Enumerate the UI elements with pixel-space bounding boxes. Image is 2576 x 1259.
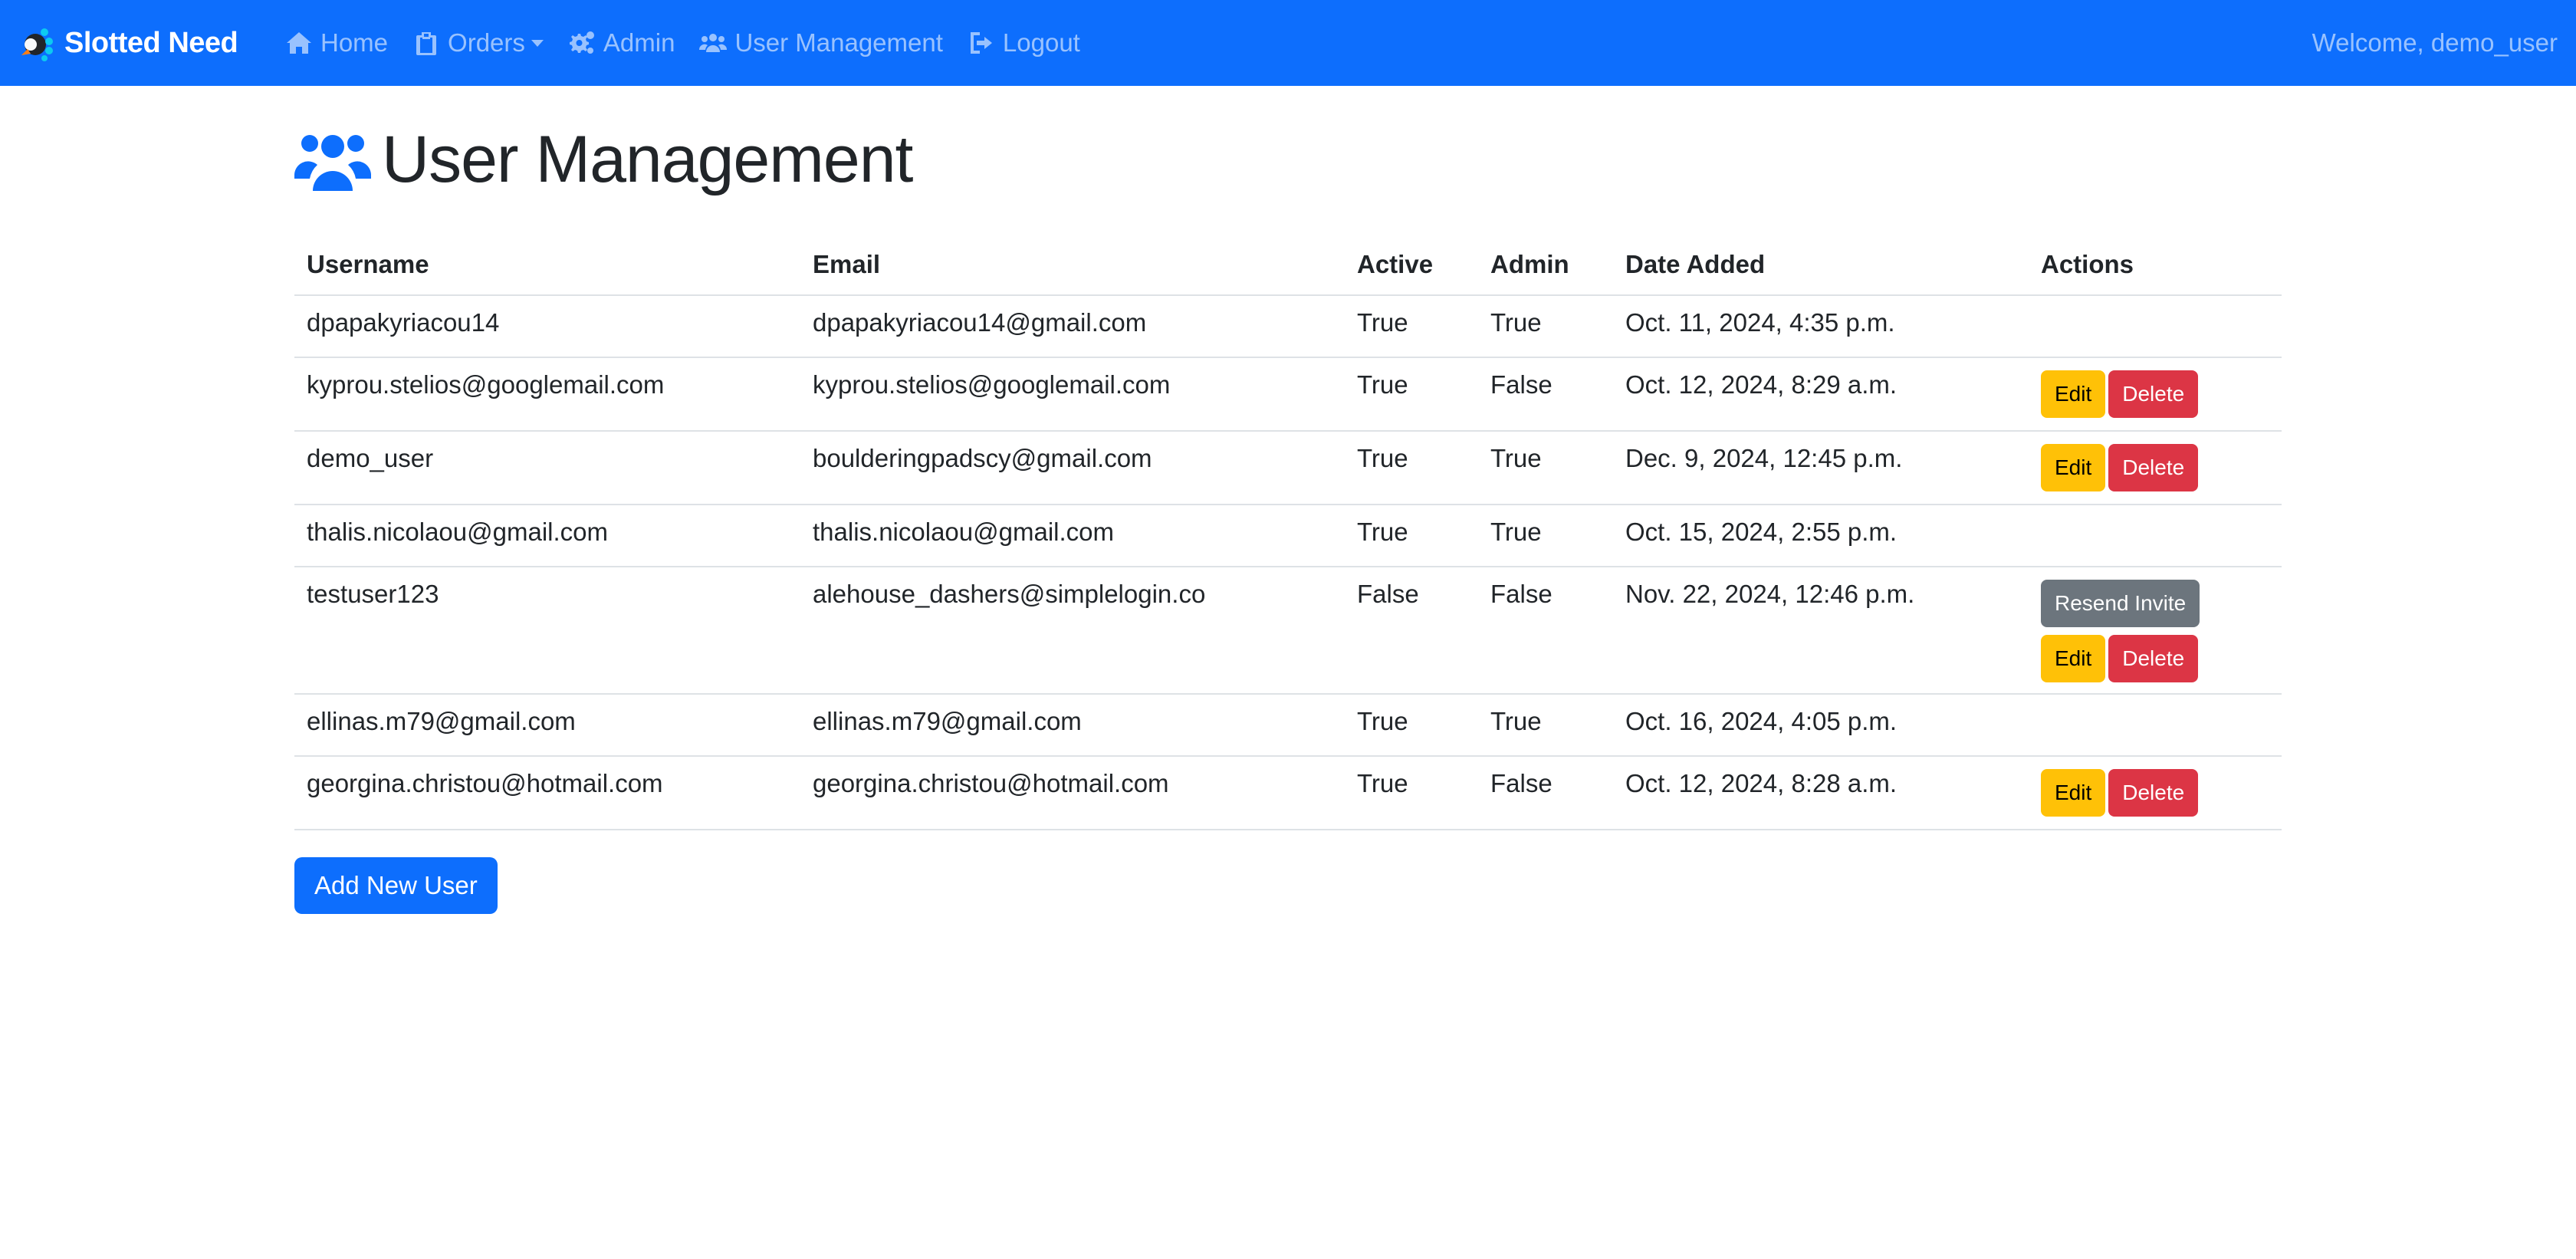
cell-admin: True	[1478, 431, 1613, 505]
cell-date-added: Oct. 11, 2024, 4:35 p.m.	[1613, 295, 2029, 358]
cell-email: georgina.christou@hotmail.com	[800, 756, 1345, 830]
column-header-active: Active	[1345, 235, 1478, 296]
table-row: ellinas.m79@gmail.com ellinas.m79@gmail.…	[294, 694, 2282, 757]
edit-button[interactable]: Edit	[2041, 370, 2106, 418]
nav-item-label: Logout	[1002, 28, 1080, 57]
cell-actions: Edit Delete	[2029, 357, 2282, 432]
users-table: Username Email Active Admin Date Added A…	[294, 235, 2282, 830]
top-navbar: Slotted Need Home Orders Admin User Mana…	[0, 0, 2576, 86]
table-row: georgina.christou@hotmail.com georgina.c…	[294, 756, 2282, 830]
page-title: User Management	[294, 121, 913, 198]
cell-username: dpapakyriacou14	[294, 295, 800, 358]
cell-date-added: Oct. 12, 2024, 8:29 a.m.	[1613, 357, 2029, 432]
cell-admin: False	[1478, 756, 1613, 830]
nav-item-label: User Management	[734, 28, 943, 57]
logout-icon	[970, 32, 992, 54]
column-header-email: Email	[800, 235, 1345, 296]
add-new-user-button[interactable]: Add New User	[294, 857, 498, 914]
delete-button[interactable]: Delete	[2108, 769, 2199, 817]
cell-admin: True	[1478, 295, 1613, 358]
edit-button[interactable]: Edit	[2041, 769, 2106, 817]
cell-admin: True	[1478, 694, 1613, 757]
nav-item-user-management[interactable]: User Management	[699, 28, 943, 58]
cell-actions	[2029, 694, 2282, 757]
delete-button[interactable]: Delete	[2108, 444, 2199, 491]
cell-date-added: Oct. 16, 2024, 4:05 p.m.	[1613, 694, 2029, 757]
column-header-username: Username	[294, 235, 800, 296]
cell-email: boulderingpadscy@gmail.com	[800, 431, 1345, 505]
cell-username: demo_user	[294, 431, 800, 505]
cell-admin: False	[1478, 567, 1613, 695]
cell-email: alehouse_dashers@simplelogin.co	[800, 567, 1345, 695]
nav-item-logout[interactable]: Logout	[968, 28, 1080, 58]
cell-actions	[2029, 505, 2282, 567]
edit-button[interactable]: Edit	[2041, 444, 2106, 491]
table-row: dpapakyriacou14 dpapakyriacou14@gmail.co…	[294, 295, 2282, 358]
cell-actions: Edit Delete	[2029, 756, 2282, 830]
cell-email: dpapakyriacou14@gmail.com	[800, 295, 1345, 358]
cell-username: ellinas.m79@gmail.com	[294, 694, 800, 757]
column-header-date-added: Date Added	[1613, 235, 2029, 296]
brand-logo-icon	[21, 28, 53, 61]
cell-actions: Resend Invite Edit Delete	[2029, 567, 2282, 695]
column-header-admin: Admin	[1478, 235, 1613, 296]
gears-icon	[569, 31, 594, 54]
cell-active: True	[1345, 505, 1478, 567]
cell-username: kyprou.stelios@googlemail.com	[294, 357, 800, 432]
table-row: testuser123 alehouse_dashers@simplelogin…	[294, 567, 2282, 695]
cell-admin: False	[1478, 357, 1613, 432]
cell-email: ellinas.m79@gmail.com	[800, 694, 1345, 757]
nav-item-admin[interactable]: Admin	[568, 28, 675, 58]
cell-date-added: Oct. 15, 2024, 2:55 p.m.	[1613, 505, 2029, 567]
clipboard-icon	[416, 32, 437, 55]
cell-email: kyprou.stelios@googlemail.com	[800, 357, 1345, 432]
page-title-text: User Management	[382, 122, 913, 196]
cell-username: thalis.nicolaou@gmail.com	[294, 505, 800, 567]
cell-actions	[2029, 295, 2282, 358]
nav-menu: Home Orders Admin User Management Logout	[285, 0, 1105, 86]
delete-button[interactable]: Delete	[2108, 635, 2199, 682]
edit-delete-row: Edit Delete	[2041, 635, 2269, 682]
cell-date-added: Oct. 12, 2024, 8:28 a.m.	[1613, 756, 2029, 830]
cell-date-added: Dec. 9, 2024, 12:45 p.m.	[1613, 431, 2029, 505]
nav-item-label: Orders	[448, 28, 525, 57]
edit-button[interactable]: Edit	[2041, 635, 2106, 682]
nav-item-orders[interactable]: Orders	[412, 28, 544, 58]
cell-active: True	[1345, 357, 1478, 432]
table-row: thalis.nicolaou@gmail.com thalis.nicolao…	[294, 505, 2282, 567]
cell-active: True	[1345, 295, 1478, 358]
cell-active: True	[1345, 756, 1478, 830]
brand-name: Slotted Need	[64, 26, 238, 59]
nav-item-label: Admin	[603, 28, 675, 57]
nav-item-home[interactable]: Home	[285, 28, 388, 58]
resend-invite-button[interactable]: Resend Invite	[2041, 580, 2200, 627]
cell-active: True	[1345, 694, 1478, 757]
table-row: demo_user boulderingpadscy@gmail.com Tru…	[294, 431, 2282, 505]
cell-date-added: Nov. 22, 2024, 12:46 p.m.	[1613, 567, 2029, 695]
chevron-down-icon	[531, 39, 544, 47]
cell-username: testuser123	[294, 567, 800, 695]
home-icon	[287, 32, 311, 54]
users-icon	[294, 135, 371, 191]
resend-row: Resend Invite	[2041, 580, 2269, 627]
delete-button[interactable]: Delete	[2108, 370, 2199, 418]
welcome-text: Welcome, demo_user	[2312, 28, 2558, 57]
column-header-actions: Actions	[2029, 235, 2282, 296]
users-icon	[699, 34, 728, 52]
table-row: kyprou.stelios@googlemail.com kyprou.ste…	[294, 357, 2282, 432]
cell-active: True	[1345, 431, 1478, 505]
cell-username: georgina.christou@hotmail.com	[294, 756, 800, 830]
cell-actions: Edit Delete	[2029, 431, 2282, 505]
nav-item-label: Home	[320, 28, 389, 57]
table-header-row: Username Email Active Admin Date Added A…	[294, 235, 2282, 296]
cell-email: thalis.nicolaou@gmail.com	[800, 505, 1345, 567]
cell-admin: True	[1478, 505, 1613, 567]
cell-active: False	[1345, 567, 1478, 695]
brand-link[interactable]: Slotted Need	[15, 0, 238, 86]
